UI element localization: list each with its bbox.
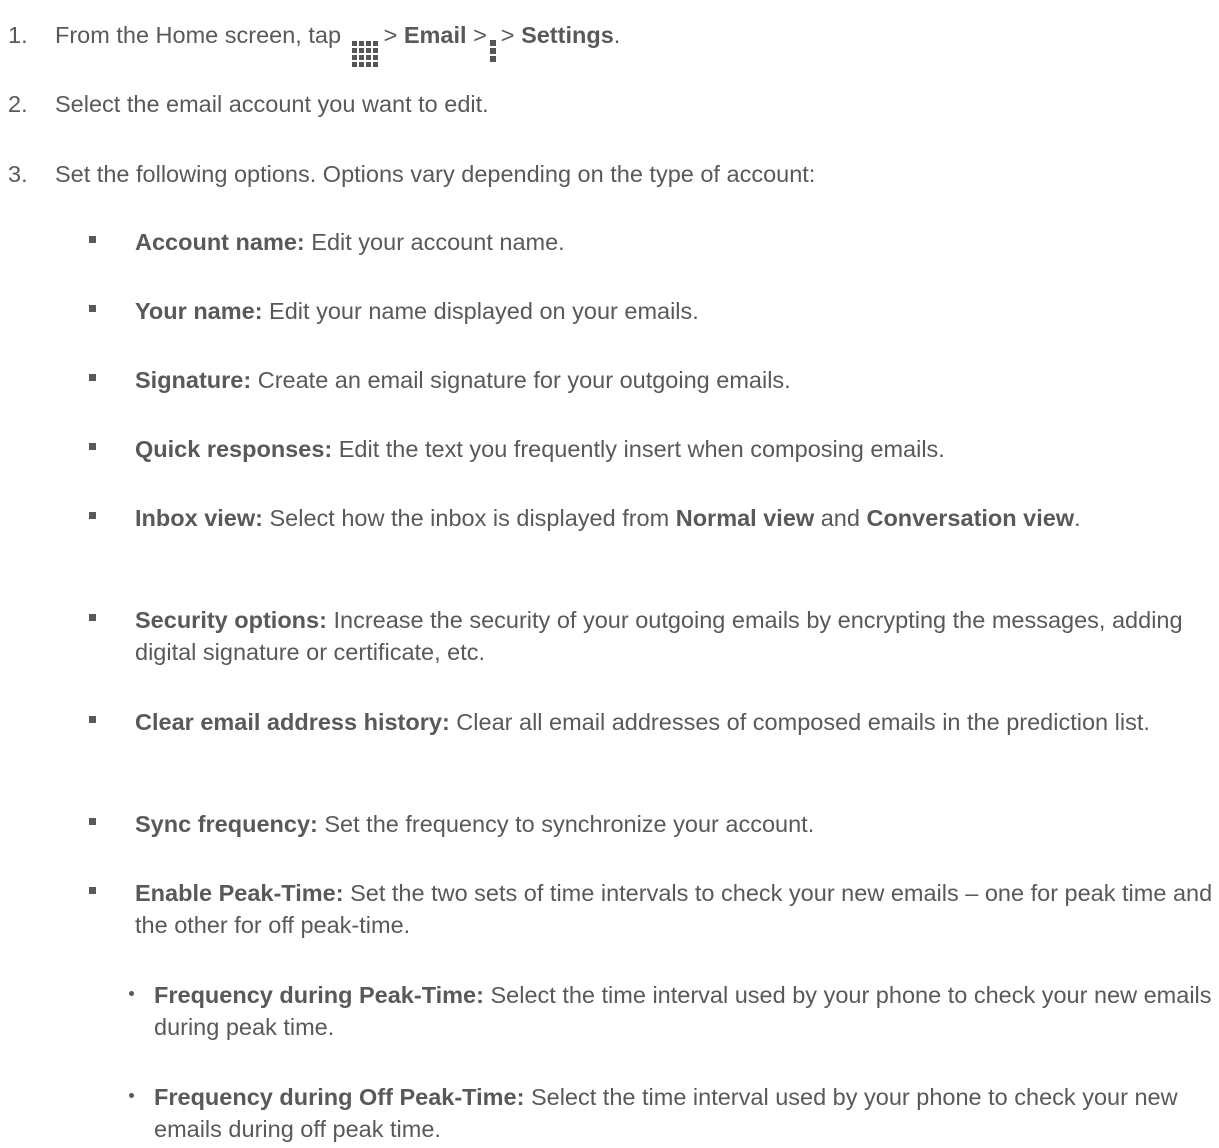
bullet-square-icon <box>89 614 96 621</box>
suboption-term: Frequency during Off Peak-Time: <box>154 1084 525 1110</box>
suboption-off-peak-frequency: Frequency during Off Peak-Time: Select t… <box>154 1081 1214 1145</box>
option-desc: Edit your account name. <box>304 229 565 255</box>
option-desc: Clear all email addresses of composed em… <box>449 709 1150 735</box>
bullet-square-icon <box>89 887 96 894</box>
bullet-square-icon <box>89 512 96 519</box>
menu-vertical-icon <box>489 40 496 62</box>
period: . <box>1074 505 1081 531</box>
option-sync-frequency: Sync frequency: Set the frequency to syn… <box>135 808 1215 840</box>
step-number: 3. <box>8 161 28 187</box>
normal-view-label: Normal view <box>675 505 815 531</box>
option-desc: Create an email signature for your outgo… <box>251 367 791 393</box>
option-signature: Signature: Create an email signature for… <box>135 364 1215 396</box>
option-security-options: Security options: Increase the security … <box>135 604 1215 668</box>
option-desc: Set the frequency to synchronize your ac… <box>317 811 815 837</box>
step-text: Set the following options. Options vary … <box>55 161 816 187</box>
conversation-view-label: Conversation view <box>866 505 1075 531</box>
option-clear-history: Clear email address history: Clear all e… <box>135 706 1215 738</box>
option-inbox-view: Inbox view: Select how the inbox is disp… <box>135 502 1215 534</box>
option-enable-peak-time: Enable Peak-Time: Set the two sets of ti… <box>135 877 1215 941</box>
option-term: Enable Peak-Time: <box>135 880 344 906</box>
option-desc-mid: and <box>814 505 867 531</box>
settings-label: Settings <box>521 22 614 48</box>
option-term: Inbox view: <box>135 505 263 531</box>
step-1: 1. From the Home screen, tap > Email > > S… <box>8 19 620 67</box>
step-text: From the Home screen, tap <box>55 22 342 48</box>
option-term: Your name: <box>135 298 263 324</box>
option-desc: Edit your name displayed on your emails. <box>262 298 699 324</box>
separator: > <box>473 22 487 48</box>
option-desc: Edit the text you frequently insert when… <box>332 436 945 462</box>
option-term: Signature: <box>135 367 252 393</box>
option-quick-responses: Quick responses: Edit the text you frequ… <box>135 433 1215 465</box>
step-3: 3. Set the following options. Options var… <box>8 158 815 190</box>
bullet-square-icon <box>89 374 96 381</box>
bullet-square-icon <box>89 305 96 312</box>
option-term: Quick responses: <box>135 436 333 462</box>
bullet-square-icon <box>89 443 96 450</box>
option-term: Clear email address history: <box>135 709 450 735</box>
option-term: Account name: <box>135 229 305 255</box>
bullet-square-icon <box>89 818 96 825</box>
bullet-dot-icon <box>129 1093 134 1098</box>
suboption-peak-frequency: Frequency during Peak-Time: Select the t… <box>154 979 1214 1043</box>
bullet-square-icon <box>89 716 96 723</box>
separator: > <box>500 22 515 48</box>
step-number: 2. <box>8 91 28 117</box>
option-term: Sync frequency: <box>135 811 318 837</box>
bullet-dot-icon <box>129 991 134 996</box>
step-text: Select the email account you want to edi… <box>55 91 489 117</box>
option-account-name: Account name: Edit your account name. <box>135 226 1215 258</box>
email-label: Email <box>403 22 467 48</box>
option-your-name: Your name: Edit your name displayed on y… <box>135 295 1215 327</box>
step-number: 1. <box>8 22 28 48</box>
step-2: 2. Select the email account you want to e… <box>8 88 489 120</box>
period: . <box>613 22 621 48</box>
document-page: 1. From the Home screen, tap > Email > > S… <box>0 0 1219 1148</box>
bullet-square-icon <box>89 236 96 243</box>
apps-grid-icon <box>351 41 378 67</box>
option-term: Security options: <box>135 607 327 633</box>
separator: > <box>383 22 398 48</box>
suboption-term: Frequency during Peak-Time: <box>154 982 484 1008</box>
option-desc: Select how the inbox is displayed from <box>262 505 676 531</box>
